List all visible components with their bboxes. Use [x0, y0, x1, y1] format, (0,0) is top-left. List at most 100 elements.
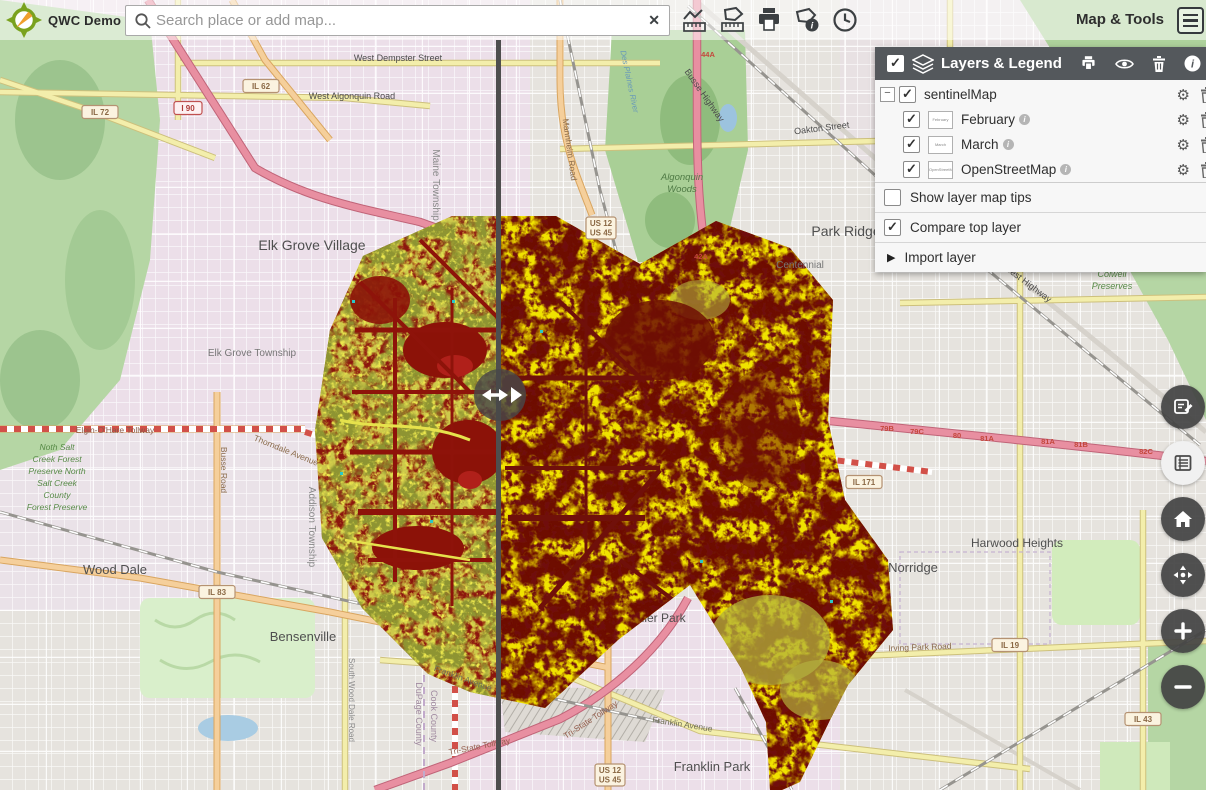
route-shield: US 12US 45 [595, 764, 625, 786]
exit-label: 81A [1041, 437, 1055, 446]
print-button[interactable] [753, 4, 785, 36]
layer-checkbox[interactable]: ✓ [899, 86, 916, 103]
exit-label: 42A [694, 252, 708, 261]
layer-label[interactable]: OpenStreetMap [961, 162, 1056, 177]
note-pencil-icon [1172, 396, 1194, 418]
measure-area-button[interactable] [716, 4, 748, 36]
compare-checkbox[interactable]: ✓ [884, 219, 901, 236]
search-icon [134, 12, 152, 30]
layer-settings-icon[interactable]: ⚙ [1177, 111, 1190, 129]
sketch-button[interactable] [1161, 385, 1205, 429]
show-map-tips-row[interactable]: Show layer map tips [875, 183, 1206, 212]
layer-row-march[interactable]: ✓ March March i ⚙ [875, 132, 1206, 157]
visibility-toggle-button[interactable] [1115, 57, 1134, 71]
layer-thumbnail: February [928, 111, 953, 129]
layer-label[interactable]: February [961, 112, 1015, 127]
map-label: Forest Preserve [27, 502, 88, 512]
map-label: Elgin-O'Hare Tollway [76, 425, 155, 435]
map-label: West Dempster Street [354, 53, 443, 63]
collapse-expander[interactable]: − [880, 87, 895, 102]
layer-checkbox[interactable]: ✓ [903, 136, 920, 153]
layer-remove-icon[interactable] [1200, 87, 1206, 103]
exit-label: 44A [701, 50, 715, 59]
route-shield: IL 72 [82, 106, 118, 119]
compare-top-layer-row[interactable]: ✓ Compare top layer [875, 212, 1206, 242]
zoom-out-button[interactable] [1161, 665, 1205, 709]
layer-info-icon[interactable]: i [1003, 139, 1014, 150]
map-label: Franklin Park [674, 759, 751, 774]
menu-button[interactable] [1177, 7, 1204, 34]
layer-settings-icon[interactable]: ⚙ [1177, 86, 1190, 104]
layer-remove-icon[interactable] [1200, 137, 1206, 153]
layer-checkbox[interactable]: ✓ [903, 161, 920, 178]
print-legend-button[interactable] [1080, 55, 1097, 72]
panel-info-button[interactable]: i [1184, 55, 1201, 72]
search-input[interactable] [152, 12, 648, 29]
identify-region-icon: i [793, 6, 821, 34]
map-and-tools-label: Map & Tools [1076, 0, 1164, 40]
svg-text:US 12: US 12 [590, 219, 613, 228]
map-tips-checkbox[interactable] [884, 189, 901, 206]
svg-text:IL 171: IL 171 [853, 478, 876, 487]
plus-icon [1172, 620, 1194, 642]
map-label: Algonquin [660, 172, 703, 183]
import-layer-row[interactable]: ▶ Import layer [875, 242, 1206, 272]
map-label: County [44, 490, 72, 500]
layer-thumbnail: March [928, 136, 953, 154]
layer-list-button[interactable] [1161, 441, 1205, 485]
layers-icon [912, 54, 934, 74]
compass-logo-icon [6, 2, 42, 38]
layer-checkbox[interactable]: ✓ [903, 111, 920, 128]
measure-line-button[interactable] [678, 4, 710, 36]
map-label: Preserves [1092, 281, 1133, 291]
compare-slider-handle[interactable] [474, 369, 526, 421]
zoom-to-extent-button[interactable] [1161, 553, 1205, 597]
zoom-extent-icon [1172, 564, 1194, 586]
exit-label: 80 [953, 431, 961, 440]
route-shield: I 90 [174, 102, 202, 115]
exit-label: 79B [880, 424, 894, 433]
map-label: Bensenville [270, 629, 337, 644]
layer-settings-icon[interactable]: ⚙ [1177, 136, 1190, 154]
layer-label[interactable]: sentinelMap [924, 87, 997, 102]
exit-label: 79C [910, 427, 924, 436]
map-label: Norridge [888, 560, 938, 575]
layer-row-openstreetmap[interactable]: ✓ OpenStreetMap OpenStreetMap i ⚙ [875, 157, 1206, 182]
layer-label[interactable]: March [961, 137, 999, 152]
panel-master-checkbox[interactable]: ✓ [887, 55, 904, 72]
layers-panel-header: ✓ Layers & Legend [875, 47, 1206, 80]
identify-region-button[interactable]: i [791, 4, 823, 36]
logo-text: QWC Demo [48, 13, 121, 28]
map-label: Noth Salt [40, 442, 76, 452]
layer-row-february[interactable]: ✓ February February i ⚙ [875, 107, 1206, 132]
route-shield: IL 62 [243, 80, 279, 93]
app-logo[interactable]: QWC Demo [6, 2, 121, 38]
search-clear-icon[interactable]: ✕ [648, 12, 660, 29]
map-label: West Algonquin Road [309, 91, 395, 101]
layer-remove-icon[interactable] [1200, 112, 1206, 128]
layer-tree: − ✓ sentinelMap ⚙ ✓ February February i … [875, 80, 1206, 182]
layer-row-sentinelmap[interactable]: − ✓ sentinelMap ⚙ [875, 82, 1206, 107]
route-shield: IL 171 [846, 476, 882, 489]
layer-remove-icon[interactable] [1200, 162, 1206, 178]
home-button[interactable] [1161, 497, 1205, 541]
map-label: Salt Creek [37, 478, 77, 488]
layer-settings-icon[interactable]: ⚙ [1177, 161, 1190, 179]
delete-all-layers-button[interactable] [1152, 56, 1166, 72]
layer-info-icon[interactable]: i [1060, 164, 1071, 175]
legend-list-icon [1172, 452, 1194, 474]
map-label: Woods [667, 184, 697, 195]
clock-icon [831, 6, 859, 34]
measure-area-icon [719, 6, 746, 34]
time-manager-button[interactable] [829, 4, 861, 36]
layer-info-icon[interactable]: i [1019, 114, 1030, 125]
svg-text:IL 62: IL 62 [252, 82, 271, 91]
trash-icon [1152, 56, 1166, 72]
route-shield: IL 83 [199, 586, 235, 599]
measure-line-icon [681, 6, 708, 34]
expand-arrow-icon[interactable]: ▶ [887, 251, 895, 264]
route-shield: US 12US 45 [586, 217, 616, 239]
exit-label: 81A [980, 434, 994, 443]
zoom-in-button[interactable] [1161, 609, 1205, 653]
minus-icon [1172, 676, 1194, 698]
